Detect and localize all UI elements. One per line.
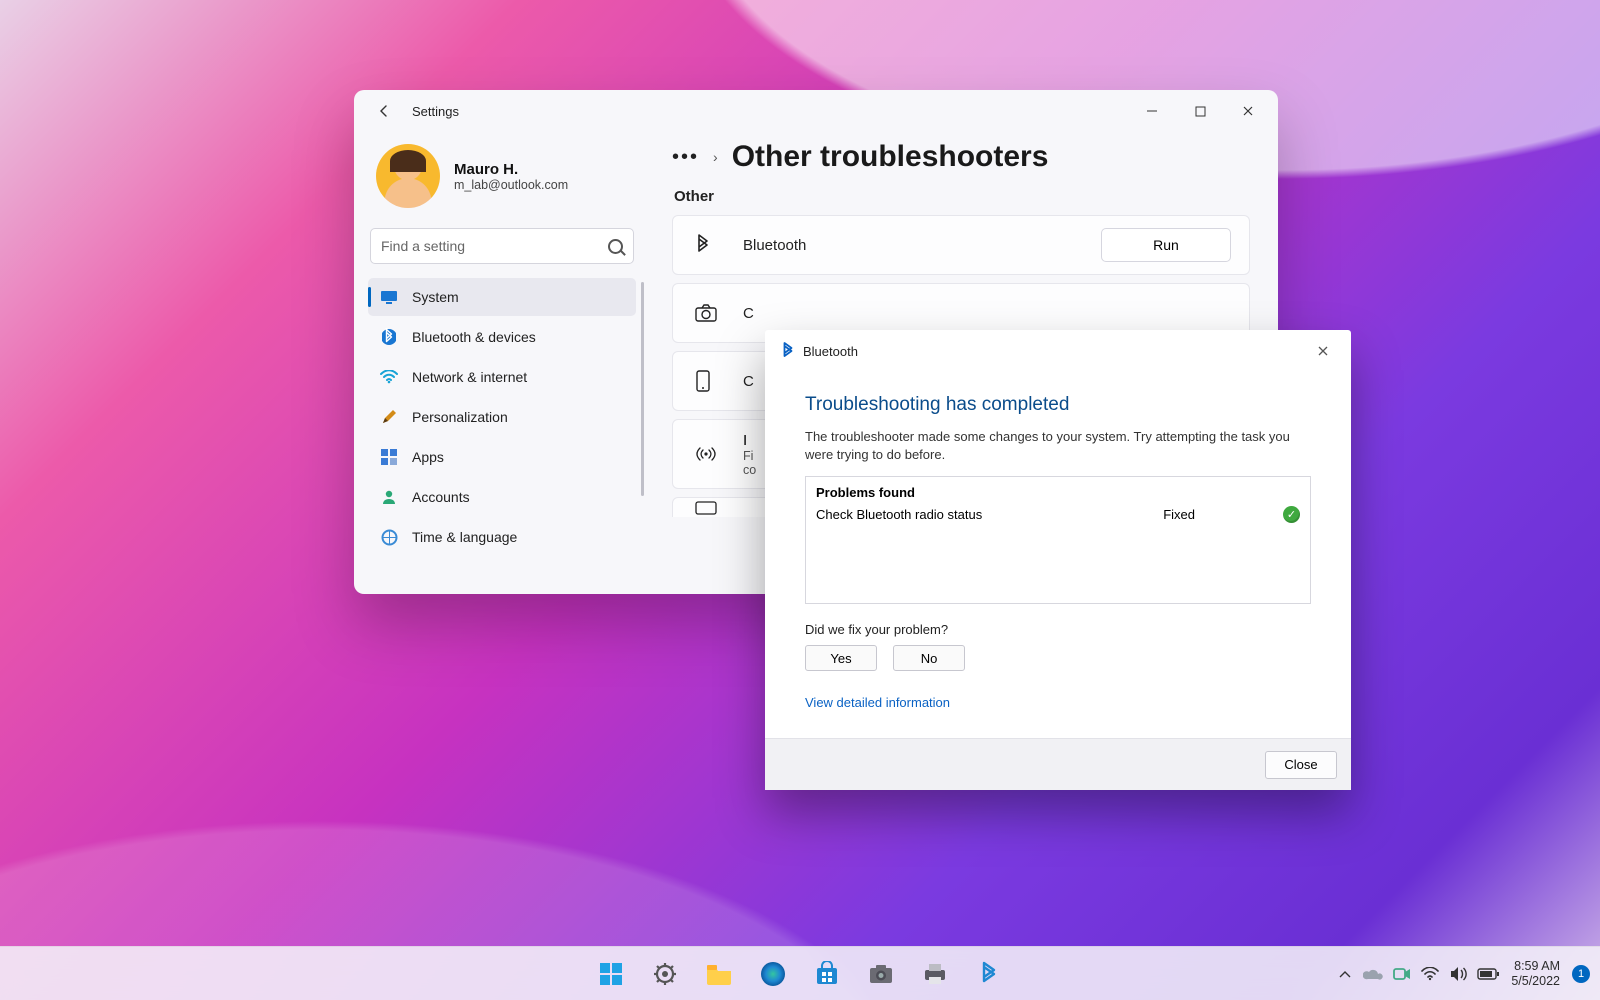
taskbar-bluetooth[interactable]: [967, 952, 1011, 996]
wifi-icon: [380, 368, 398, 386]
battery-icon[interactable]: [1477, 968, 1499, 980]
system-icon: [380, 288, 398, 306]
taskbar-edge[interactable]: [751, 952, 795, 996]
wifi-tray-icon[interactable]: [1421, 967, 1439, 981]
broadcast-icon: [695, 445, 721, 463]
sidebar-item-apps[interactable]: Apps: [368, 438, 636, 476]
problems-header: Problems found: [816, 485, 1300, 500]
person-icon: [380, 488, 398, 506]
problem-status: Fixed: [1163, 507, 1195, 522]
sidebar-item-bluetooth[interactable]: Bluetooth & devices: [368, 318, 636, 356]
user-email: m_lab@outlook.com: [454, 178, 568, 192]
dialog-close-button[interactable]: [1303, 337, 1343, 365]
clock-date: 5/5/2022: [1511, 974, 1560, 989]
window-title: Settings: [412, 104, 459, 119]
breadcrumb: ••• › Other troubleshooters: [672, 140, 1250, 174]
troubleshooter-label: C: [743, 305, 754, 322]
problem-row[interactable]: Check Bluetooth radio status Fixed ✓: [816, 506, 1300, 523]
minimize-button[interactable]: [1128, 95, 1176, 127]
taskbar-clock[interactable]: 8:59 AM 5/5/2022: [1511, 959, 1560, 989]
page-title: Other troubleshooters: [732, 140, 1049, 174]
chevron-right-icon: ›: [713, 149, 718, 165]
paintbrush-icon: [380, 408, 398, 426]
sidebar: Mauro H. m_lab@outlook.com Find a settin…: [354, 132, 648, 594]
bluetooth-icon: [781, 342, 795, 360]
taskbar-store[interactable]: [805, 952, 849, 996]
run-button[interactable]: Run: [1101, 228, 1231, 262]
troubleshooter-bluetooth[interactable]: Bluetooth Run: [672, 215, 1250, 275]
dialog-title: Bluetooth: [803, 344, 858, 359]
sidebar-item-personalization[interactable]: Personalization: [368, 398, 636, 436]
breadcrumb-overflow-button[interactable]: •••: [672, 146, 699, 169]
notification-badge[interactable]: 1: [1572, 965, 1590, 983]
troubleshooter-label: Bluetooth: [743, 237, 806, 254]
dialog-titlebar: Bluetooth: [765, 330, 1351, 372]
globe-clock-icon: [380, 528, 398, 546]
sidebar-item-system[interactable]: System: [368, 278, 636, 316]
close-window-button[interactable]: [1224, 95, 1272, 127]
user-name: Mauro H.: [454, 161, 568, 178]
problems-box: Problems found Check Bluetooth radio sta…: [805, 476, 1311, 604]
search-input[interactable]: Find a setting: [370, 228, 634, 264]
dialog-footer: Close: [765, 738, 1351, 790]
dialog-heading: Troubleshooting has completed: [805, 394, 1311, 416]
taskbar-center: [589, 952, 1011, 996]
maximize-button[interactable]: [1176, 95, 1224, 127]
troubleshooter-label: C: [743, 373, 754, 390]
keyboard-icon: [695, 501, 721, 515]
scrollbar[interactable]: [641, 282, 644, 496]
bluetooth-icon: [380, 328, 398, 346]
device-icon: [695, 370, 721, 392]
sidebar-item-label: Bluetooth & devices: [412, 329, 536, 345]
sidebar-item-label: Personalization: [412, 409, 508, 425]
avatar: [376, 144, 440, 208]
troubleshooter-label: I: [743, 432, 756, 449]
no-button[interactable]: No: [893, 645, 965, 671]
tray-chevron-icon[interactable]: [1339, 969, 1351, 979]
meet-now-icon[interactable]: [1393, 967, 1411, 981]
taskbar-camera-app[interactable]: [859, 952, 903, 996]
view-details-link[interactable]: View detailed information: [805, 695, 1311, 710]
taskbar: 8:59 AM 5/5/2022 1: [0, 946, 1600, 1000]
check-icon: ✓: [1283, 506, 1300, 523]
profile-block[interactable]: Mauro H. m_lab@outlook.com: [368, 138, 636, 222]
onedrive-icon[interactable]: [1363, 967, 1383, 981]
sidebar-item-label: Network & internet: [412, 369, 527, 385]
troubleshooter-dialog: Bluetooth Troubleshooting has completed …: [765, 330, 1351, 790]
start-button[interactable]: [589, 952, 633, 996]
sidebar-item-label: Apps: [412, 449, 444, 465]
troubleshooter-sub: co: [743, 463, 756, 477]
back-button[interactable]: [370, 97, 398, 125]
troubleshooter-sub: Fi: [743, 449, 756, 463]
bluetooth-icon: [695, 234, 721, 256]
sidebar-item-label: System: [412, 289, 459, 305]
sidebar-item-label: Time & language: [412, 529, 517, 545]
problem-name: Check Bluetooth radio status: [816, 507, 982, 522]
search-icon: [608, 239, 623, 254]
section-label: Other: [674, 188, 1250, 205]
feedback-question: Did we fix your problem?: [805, 622, 1311, 637]
window-titlebar: Settings: [354, 90, 1278, 132]
yes-button[interactable]: Yes: [805, 645, 877, 671]
clock-time: 8:59 AM: [1514, 959, 1560, 974]
sidebar-item-network[interactable]: Network & internet: [368, 358, 636, 396]
close-button[interactable]: Close: [1265, 751, 1337, 779]
taskbar-right: 8:59 AM 5/5/2022 1: [1339, 959, 1590, 989]
taskbar-settings[interactable]: [643, 952, 687, 996]
taskbar-printer[interactable]: [913, 952, 957, 996]
dialog-description: The troubleshooter made some changes to …: [805, 428, 1311, 464]
taskbar-explorer[interactable]: [697, 952, 741, 996]
sidebar-item-time[interactable]: Time & language: [368, 518, 636, 556]
search-placeholder: Find a setting: [381, 238, 608, 254]
sidebar-item-label: Accounts: [412, 489, 470, 505]
sidebar-item-accounts[interactable]: Accounts: [368, 478, 636, 516]
volume-icon[interactable]: [1449, 966, 1467, 982]
apps-icon: [380, 448, 398, 466]
camera-icon: [695, 304, 721, 322]
sidebar-nav: System Bluetooth & devices Network & int…: [368, 278, 636, 556]
